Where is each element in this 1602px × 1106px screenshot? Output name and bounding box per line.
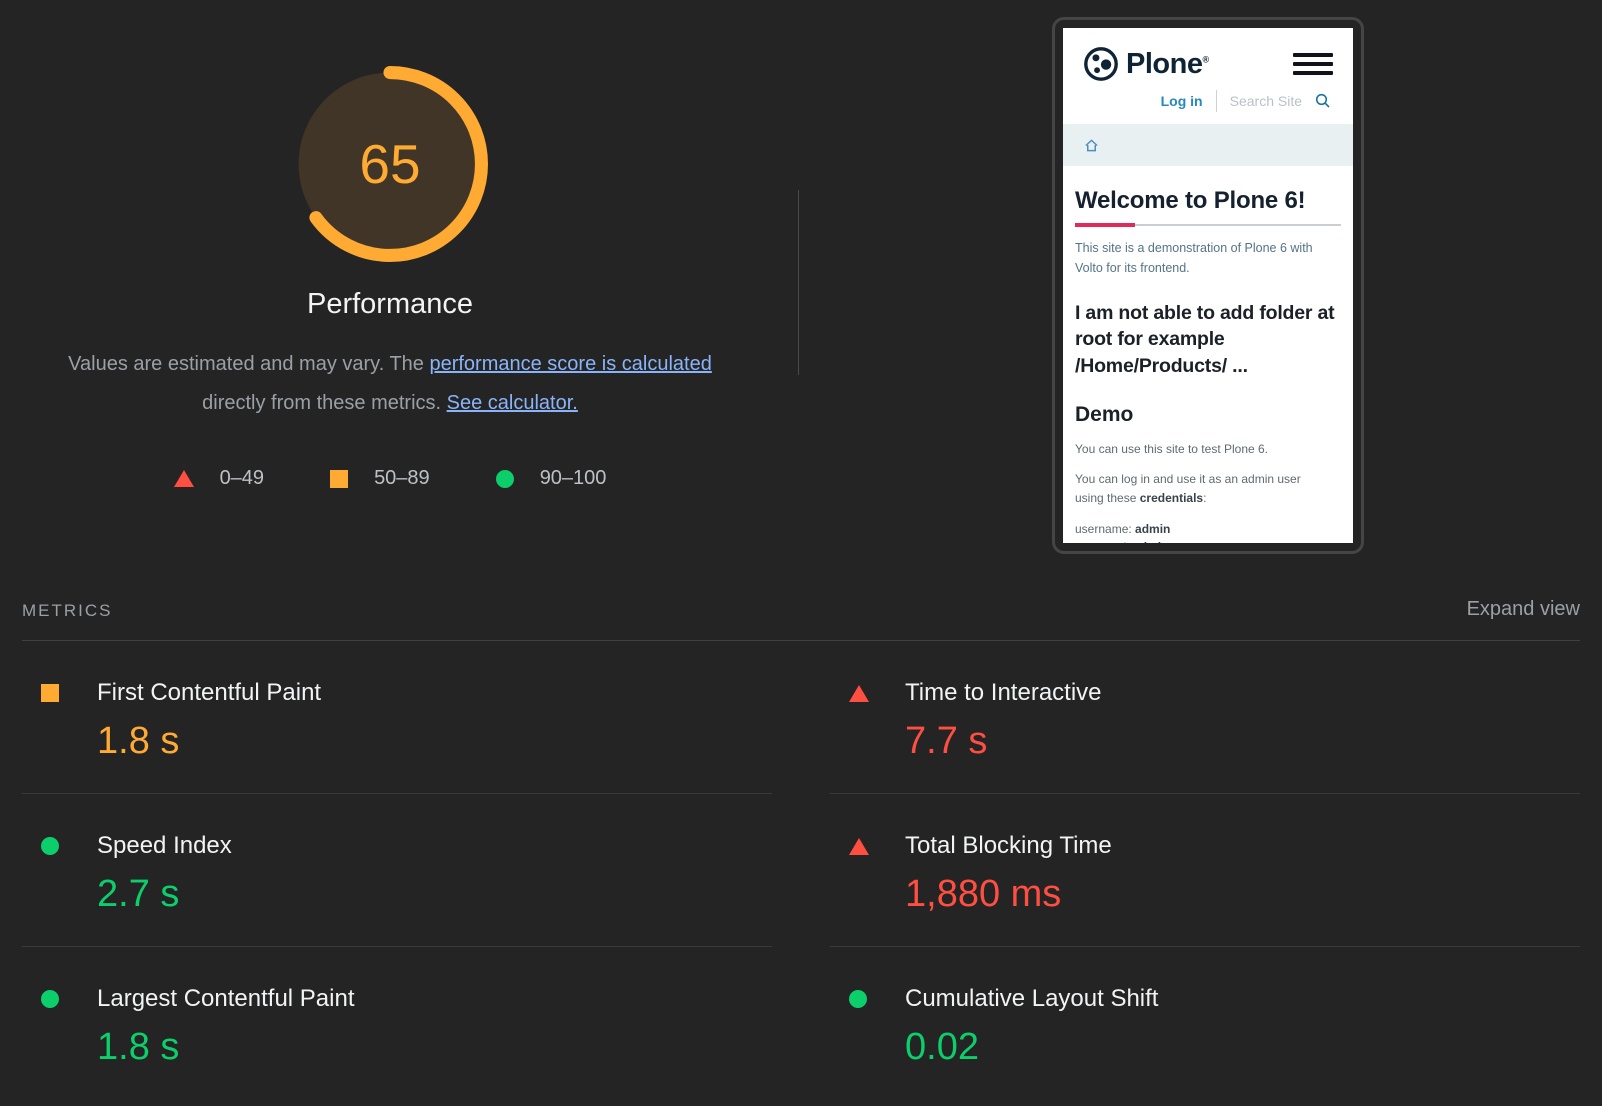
metric-name: Total Blocking Time — [905, 832, 1112, 860]
plone-logo: Plone® — [1083, 46, 1209, 82]
fail-triangle-icon — [174, 470, 194, 487]
registered-mark: ® — [1202, 54, 1208, 64]
search-placeholder-text: Search Site — [1230, 93, 1302, 109]
home-icon — [1084, 138, 1099, 153]
metric-name: Largest Contentful Paint — [97, 985, 355, 1013]
screenshot-page-body: Welcome to Plone 6! This site is a demon… — [1063, 166, 1353, 543]
legend-item-average: 50–89 — [330, 467, 430, 490]
metric-first-contentful-paint[interactable]: First Contentful Paint 1.8 s — [22, 641, 772, 794]
demo-text: You can use this site to test Plone 6. — [1075, 442, 1341, 456]
metric-rating-icon — [41, 990, 59, 1008]
metric-value: 1.8 s — [22, 720, 772, 763]
expand-view-button[interactable]: Expand view — [1467, 598, 1580, 621]
password-line: password: admin — [1075, 538, 1341, 543]
metric-rating-icon — [41, 684, 59, 702]
login-instructions: You can log in and use it as an admin us… — [1075, 470, 1315, 507]
intro-paragraph: This site is a demonstration of Plone 6 … — [1075, 238, 1341, 279]
performance-summary: 65 Performance Values are estimated and … — [0, 0, 780, 490]
metrics-grid: First Contentful Paint 1.8 s Time to Int… — [22, 641, 1580, 1099]
metric-rating-icon — [41, 837, 59, 855]
hamburger-menu-icon — [1293, 46, 1333, 82]
metric-value: 0.02 — [830, 1026, 1580, 1069]
metric-rating-icon — [849, 685, 869, 702]
screenshot-content: Plone® Log in Search Site — [1063, 28, 1353, 543]
description-text: directly from these metrics. — [202, 392, 447, 414]
metric-name: Cumulative Layout Shift — [905, 985, 1158, 1013]
metrics-heading: METRICS — [22, 601, 113, 621]
username-line: username: admin — [1075, 520, 1341, 538]
credentials-bold: credentials — [1140, 491, 1203, 505]
metric-name: First Contentful Paint — [97, 679, 321, 707]
metric-largest-contentful-paint[interactable]: Largest Contentful Paint 1.8 s — [22, 947, 772, 1099]
post-title: I am not able to add folder at root for … — [1075, 300, 1341, 381]
final-screenshot-thumbnail: Plone® Log in Search Site — [1052, 17, 1364, 554]
metric-speed-index[interactable]: Speed Index 2.7 s — [22, 794, 772, 947]
legend-range-label: 90–100 — [540, 467, 607, 490]
see-calculator-link[interactable]: See calculator. — [447, 392, 578, 414]
metric-value: 1.8 s — [22, 1026, 772, 1069]
metric-value: 7.7 s — [830, 720, 1580, 763]
legend-range-label: 0–49 — [220, 467, 265, 490]
performance-score: 65 — [292, 66, 488, 262]
metric-name: Time to Interactive — [905, 679, 1102, 707]
metric-rating-icon — [849, 838, 869, 855]
metric-value: 2.7 s — [22, 873, 772, 916]
screenshot-site-header: Plone® Log in Search Site — [1063, 28, 1353, 112]
search-icon — [1315, 93, 1331, 109]
performance-title: Performance — [307, 288, 473, 321]
metric-name: Speed Index — [97, 832, 232, 860]
plone-logo-icon — [1083, 46, 1119, 82]
nav-separator — [1216, 90, 1217, 112]
legend-item-pass: 90–100 — [496, 467, 607, 490]
demo-heading: Demo — [1075, 403, 1341, 427]
metrics-section: METRICS Expand view First Contentful Pai… — [22, 598, 1580, 1099]
average-square-icon — [330, 470, 348, 488]
welcome-heading: Welcome to Plone 6! — [1075, 187, 1341, 215]
section-divider — [798, 190, 799, 375]
metric-total-blocking-time[interactable]: Total Blocking Time 1,880 ms — [830, 794, 1580, 947]
metric-cumulative-layout-shift[interactable]: Cumulative Layout Shift 0.02 — [830, 947, 1580, 1099]
breadcrumb-bar — [1063, 124, 1353, 166]
login-link: Log in — [1161, 93, 1203, 109]
legend-range-label: 50–89 — [374, 467, 430, 490]
performance-description: Values are estimated and may vary. The p… — [60, 345, 720, 423]
performance-gauge[interactable]: 65 — [292, 66, 488, 262]
score-legend: 0–49 50–89 90–100 — [174, 467, 607, 490]
calculation-link[interactable]: performance score is calculated — [429, 353, 711, 375]
description-text: Values are estimated and may vary. The — [68, 353, 429, 375]
heading-underline — [1075, 224, 1341, 226]
legend-item-fail: 0–49 — [174, 467, 265, 490]
metric-time-to-interactive[interactable]: Time to Interactive 7.7 s — [830, 641, 1580, 794]
metric-rating-icon — [849, 990, 867, 1008]
metric-value: 1,880 ms — [830, 873, 1580, 916]
plone-brand-text: Plone® — [1126, 48, 1209, 81]
credentials-block: username: admin password: admin — [1075, 520, 1341, 543]
pass-circle-icon — [496, 470, 514, 488]
